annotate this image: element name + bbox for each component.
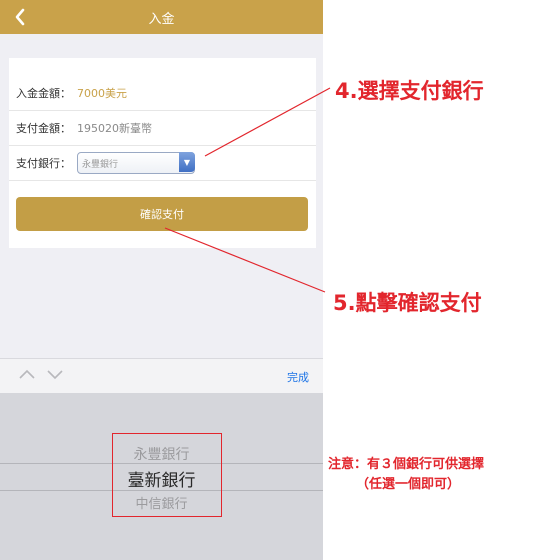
step5-annotation: 5.點擊確認支付 [333, 291, 482, 315]
arrow-to-bank-select [204, 87, 331, 157]
note-line1: 注意：有３個銀行可供選擇 [328, 457, 485, 472]
arrow-to-confirm-button [164, 227, 326, 293]
note-line2: （任選一個即可） [356, 477, 461, 492]
step4-annotation: 4.選擇支付銀行 [335, 79, 484, 103]
